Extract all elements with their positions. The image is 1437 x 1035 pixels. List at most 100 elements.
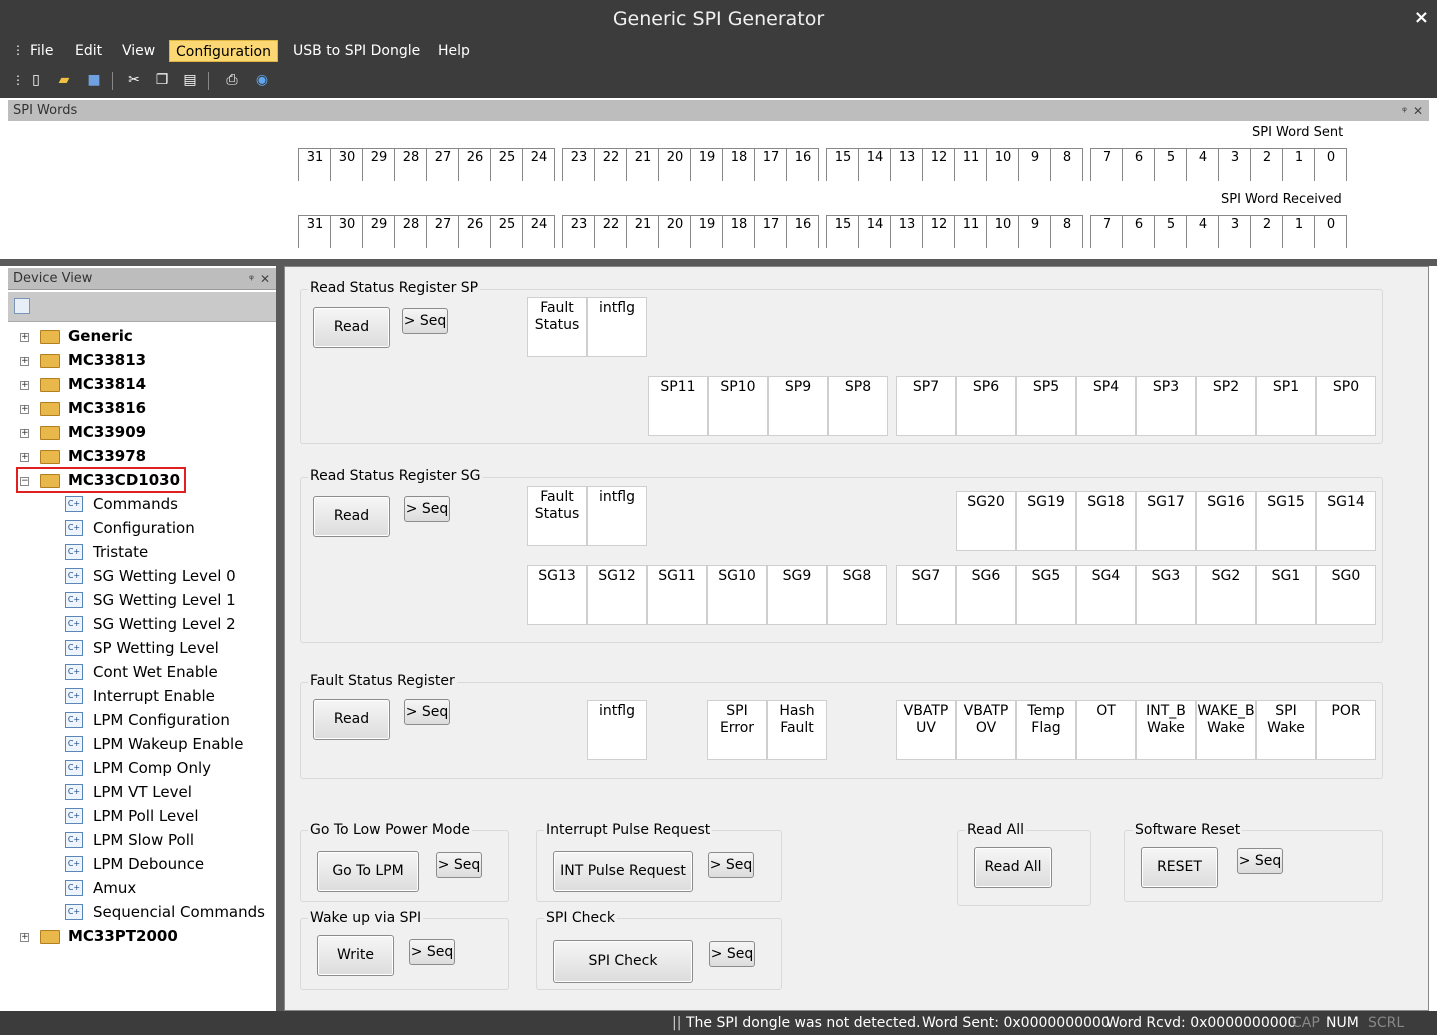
- bit-cell[interactable]: 7: [1090, 148, 1123, 181]
- bit-cell[interactable]: 28: [394, 215, 427, 248]
- cut-icon[interactable]: ✂: [124, 70, 144, 90]
- tree-item[interactable]: SG Wetting Level 2: [93, 613, 236, 635]
- bit-cell[interactable]: 24: [522, 148, 555, 181]
- bit-cell[interactable]: 16: [786, 215, 819, 248]
- bit-cell[interactable]: 14: [858, 215, 891, 248]
- tree-item[interactable]: Amux: [93, 877, 136, 899]
- bit-cell[interactable]: 23: [562, 215, 595, 248]
- tree-item[interactable]: LPM Debounce: [93, 853, 204, 875]
- bit-cell[interactable]: 9: [1018, 148, 1051, 181]
- expander-icon[interactable]: +: [20, 933, 29, 942]
- expander-icon[interactable]: +: [20, 381, 29, 390]
- tree-item[interactable]: SG Wetting Level 1: [93, 589, 236, 611]
- tree-item[interactable]: Configuration: [93, 517, 195, 539]
- bit-cell[interactable]: 24: [522, 215, 555, 248]
- bit-cell[interactable]: 15: [826, 215, 859, 248]
- bit-cell[interactable]: 1: [1282, 215, 1315, 248]
- expander-icon[interactable]: +: [20, 405, 29, 414]
- bit-cell[interactable]: 23: [562, 148, 595, 181]
- seq-lpm-button[interactable]: > Seq: [436, 852, 482, 878]
- tree-folder-mc33909[interactable]: MC33909: [68, 421, 146, 443]
- bit-cell[interactable]: 12: [922, 215, 955, 248]
- pin-icon[interactable]: ᵠ: [1402, 100, 1407, 122]
- bit-cell[interactable]: 22: [594, 215, 627, 248]
- bit-cell[interactable]: 10: [986, 215, 1019, 248]
- bit-cell[interactable]: 16: [786, 148, 819, 181]
- tree-item[interactable]: LPM VT Level: [93, 781, 192, 803]
- menu-view[interactable]: View: [116, 40, 161, 62]
- read-fault-button[interactable]: Read: [313, 699, 390, 740]
- bit-cell[interactable]: 21: [626, 148, 659, 181]
- bit-cell[interactable]: 25: [490, 215, 523, 248]
- copy-icon[interactable]: ❐: [152, 70, 172, 90]
- bit-cell[interactable]: 18: [722, 148, 755, 181]
- tree-folder-generic[interactable]: Generic: [68, 325, 133, 347]
- bit-cell[interactable]: 19: [690, 215, 723, 248]
- bit-cell[interactable]: 6: [1122, 148, 1155, 181]
- bit-cell[interactable]: 0: [1314, 215, 1347, 248]
- expander-icon[interactable]: +: [20, 357, 29, 366]
- read-sg-button[interactable]: Read: [313, 496, 390, 537]
- bit-cell[interactable]: 25: [490, 148, 523, 181]
- bit-cell[interactable]: 29: [362, 148, 395, 181]
- close-icon[interactable]: ×: [1414, 7, 1429, 28]
- tree-folder-mc33814[interactable]: MC33814: [68, 373, 146, 395]
- tree-item[interactable]: Sequencial Commands: [93, 901, 265, 923]
- menu-edit[interactable]: Edit: [69, 40, 108, 62]
- new-icon[interactable]: ▯: [26, 70, 46, 90]
- expander-icon[interactable]: +: [20, 429, 29, 438]
- bit-cell[interactable]: 27: [426, 148, 459, 181]
- bit-cell[interactable]: 9: [1018, 215, 1051, 248]
- tree-item[interactable]: LPM Slow Poll: [93, 829, 194, 851]
- tree-item[interactable]: LPM Poll Level: [93, 805, 199, 827]
- tree-item[interactable]: SG Wetting Level 0: [93, 565, 236, 587]
- bit-cell[interactable]: 14: [858, 148, 891, 181]
- pin-icon[interactable]: ᵠ: [249, 268, 254, 290]
- bit-cell[interactable]: 26: [458, 148, 491, 181]
- bit-cell[interactable]: 28: [394, 148, 427, 181]
- paste-icon[interactable]: ▤: [180, 70, 200, 90]
- bit-cell[interactable]: 1: [1282, 148, 1315, 181]
- bit-cell[interactable]: 17: [754, 148, 787, 181]
- bit-cell[interactable]: 31: [298, 215, 331, 248]
- bit-cell[interactable]: 10: [986, 148, 1019, 181]
- bit-cell[interactable]: 18: [722, 215, 755, 248]
- expander-icon[interactable]: +: [20, 333, 29, 342]
- bit-cell[interactable]: 31: [298, 148, 331, 181]
- expander-icon[interactable]: +: [20, 453, 29, 462]
- save-icon[interactable]: ■: [84, 70, 104, 90]
- tree-item[interactable]: LPM Comp Only: [93, 757, 211, 779]
- go-to-lpm-button[interactable]: Go To LPM: [317, 851, 419, 892]
- tree-item[interactable]: Interrupt Enable: [93, 685, 215, 707]
- bit-cell[interactable]: 5: [1154, 148, 1187, 181]
- menu-usb-to-spi-dongle[interactable]: USB to SPI Dongle: [287, 40, 426, 62]
- seq-sp-button[interactable]: > Seq: [402, 308, 448, 334]
- tree-folder-mc33813[interactable]: MC33813: [68, 349, 146, 371]
- bit-cell[interactable]: 3: [1218, 148, 1251, 181]
- tree-item[interactable]: SP Wetting Level: [93, 637, 219, 659]
- read-sp-button[interactable]: Read: [313, 307, 390, 348]
- bit-cell[interactable]: 30: [330, 148, 363, 181]
- reset-button[interactable]: RESET: [1141, 847, 1218, 888]
- tree-item[interactable]: Tristate: [93, 541, 148, 563]
- bit-cell[interactable]: 11: [954, 215, 987, 248]
- bit-cell[interactable]: 22: [594, 148, 627, 181]
- menu-help[interactable]: Help: [432, 40, 476, 62]
- bit-cell[interactable]: 12: [922, 148, 955, 181]
- bit-cell[interactable]: 19: [690, 148, 723, 181]
- tree-item[interactable]: Commands: [93, 493, 178, 515]
- bit-cell[interactable]: 13: [890, 148, 923, 181]
- bit-cell[interactable]: 17: [754, 215, 787, 248]
- menu-file[interactable]: File: [24, 40, 59, 62]
- seq-fault-button[interactable]: > Seq: [404, 699, 450, 725]
- bit-cell[interactable]: 7: [1090, 215, 1123, 248]
- bit-cell[interactable]: 30: [330, 215, 363, 248]
- tree-item[interactable]: LPM Wakeup Enable: [93, 733, 243, 755]
- bit-cell[interactable]: 11: [954, 148, 987, 181]
- bit-cell[interactable]: 29: [362, 215, 395, 248]
- print-icon[interactable]: ⎙: [222, 70, 242, 90]
- help-icon[interactable]: ◉: [252, 70, 272, 90]
- seq-sg-button[interactable]: > Seq: [404, 496, 450, 522]
- tree-folder-mc33978[interactable]: MC33978: [68, 445, 146, 467]
- close-pane-icon[interactable]: ✕: [1413, 100, 1423, 122]
